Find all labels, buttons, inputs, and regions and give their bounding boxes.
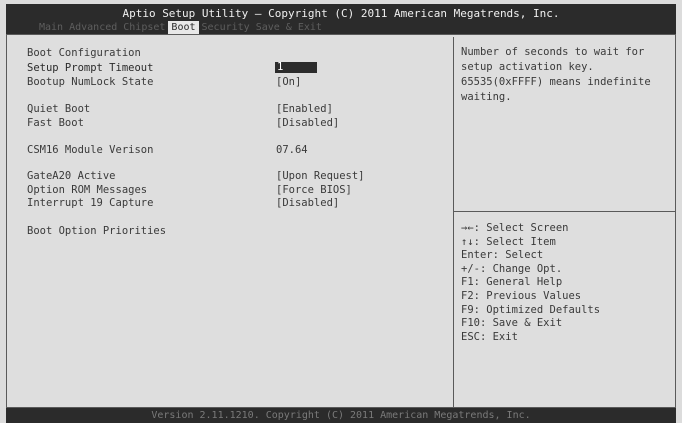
menu-tabs: Main Advanced Chipset Boot Security Save… [36,21,325,34]
tab-boot[interactable]: Boot [168,21,199,34]
tab-main[interactable]: Main [36,21,66,34]
panel-divider [453,37,454,407]
footer-version-text: Version 2.11.1210. Copyright (C) 2011 Am… [151,410,531,421]
title-bar: Aptio Setup Utility – Copyright (C) 2011… [6,4,676,34]
tab-save-exit[interactable]: Save & Exit [253,21,325,34]
option-rom-messages-value[interactable]: [Force BIOS] [276,184,352,197]
tab-advanced[interactable]: Advanced [66,21,120,34]
key-save-exit: F10: Save & Exit [461,317,563,330]
utility-title: Aptio Setup Utility – Copyright (C) 2011… [122,7,560,20]
key-select-item: ↑↓: Select Item [461,235,556,248]
fast-boot-label[interactable]: Fast Boot [27,117,84,130]
setup-prompt-timeout-label[interactable]: Setup Prompt Timeout [27,62,153,75]
help-divider [454,211,675,212]
bootup-numlock-label[interactable]: Bootup NumLock State [27,76,153,89]
tab-chipset[interactable]: Chipset [120,21,168,34]
bios-setup-screen: Aptio Setup Utility – Copyright (C) 2011… [0,0,682,423]
key-optimized-defaults: F9: Optimized Defaults [461,303,601,316]
setup-prompt-timeout-input[interactable]: 1 [275,62,317,73]
footer-bar: Version 2.11.1210. Copyright (C) 2011 Am… [6,408,676,423]
tab-security[interactable]: Security [199,21,253,34]
fast-boot-value[interactable]: [Disabled] [276,117,339,130]
gatea20-label[interactable]: GateA20 Active [27,170,116,183]
csm16-version-label: CSM16 Module Verison [27,144,154,156]
help-text: Number of seconds to wait for setup acti… [461,46,651,103]
csm16-version-value: 07.64 [276,144,308,156]
quiet-boot-label[interactable]: Quiet Boot [27,103,90,116]
section-title-boot-configuration: Boot Configuration [27,47,141,59]
key-esc-exit: ESC: Exit [461,330,518,343]
quiet-boot-value[interactable]: [Enabled] [276,103,333,116]
key-select-screen: →←: Select Screen [461,222,569,234]
key-general-help: F1: General Help [461,276,563,289]
key-change-opt: +/-: Change Opt. [461,262,563,275]
key-enter: Enter: Select [461,249,544,262]
option-rom-messages-label[interactable]: Option ROM Messages [27,184,147,197]
bootup-numlock-value[interactable]: [On] [276,76,301,89]
interrupt-19-label[interactable]: Interrupt 19 Capture [27,197,153,210]
key-legend: →←: Select Screen ↑↓: Select Item Enter:… [461,222,671,344]
key-previous-values: F2: Previous Values [461,289,582,302]
boot-option-priorities-heading: Boot Option Priorities [27,225,167,237]
gatea20-value[interactable]: [Upon Request] [276,170,365,183]
interrupt-19-value[interactable]: [Disabled] [276,197,339,210]
